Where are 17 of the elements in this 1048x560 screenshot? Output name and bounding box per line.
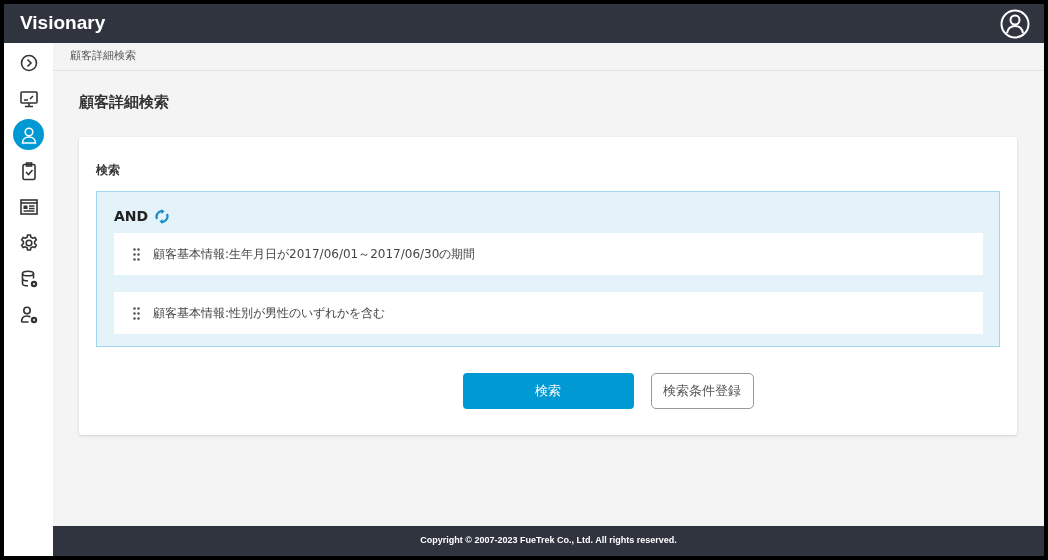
account-icon[interactable] (1000, 8, 1030, 39)
breadcrumb: 顧客詳細検索 (70, 49, 136, 62)
monitor-icon (18, 88, 39, 109)
id-card-icon (18, 196, 39, 217)
save-conditions-button[interactable]: 検索条件登録 (650, 373, 754, 409)
settings-icon (18, 232, 39, 253)
app-title: Visionary (20, 11, 106, 36)
page-title: 顧客詳細検索 (79, 93, 170, 111)
operator-label: AND (114, 207, 149, 226)
drag-handle-icon[interactable] (133, 306, 140, 320)
condition-text: 顧客基本情報:生年月日が2017/06/01～2017/06/30の期間 (153, 246, 476, 263)
drag-handle-icon[interactable] (133, 247, 140, 261)
expand-icon (18, 52, 39, 73)
refresh-icon[interactable] (154, 209, 171, 224)
section-label: 検索 (96, 162, 121, 179)
condition-text: 顧客基本情報:性別が男性のいずれかを含む (153, 305, 386, 322)
copyright-text: Copyright © 2007-2023 FueTrek Co., Ltd. All rights reserved. (420, 534, 677, 548)
